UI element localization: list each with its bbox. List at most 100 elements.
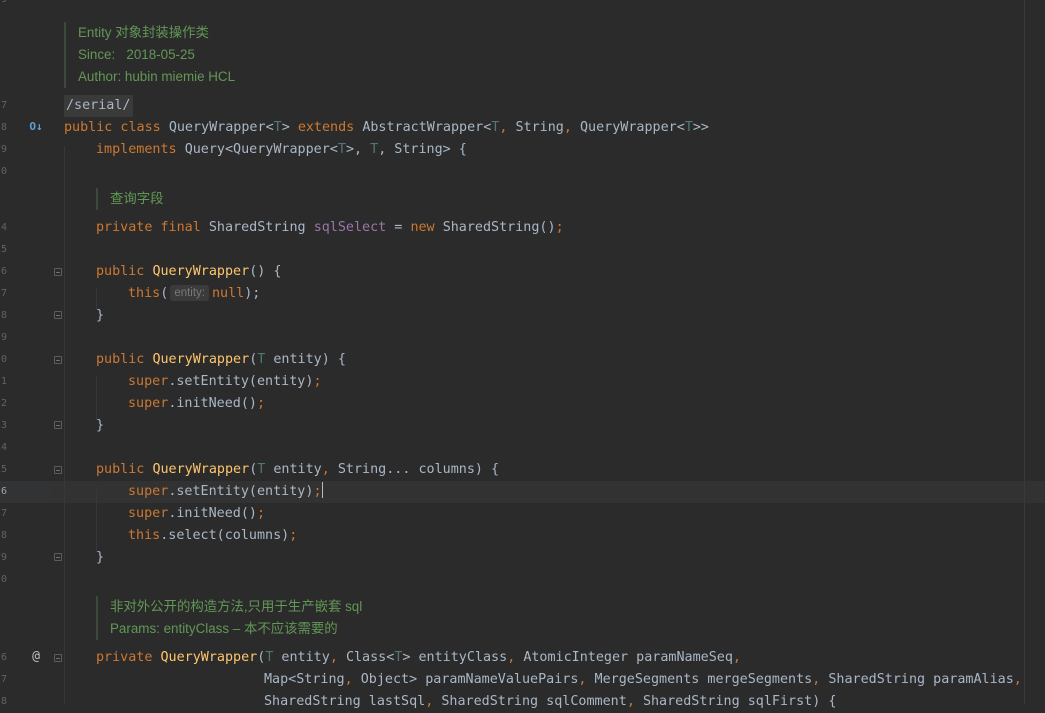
code-line[interactable]: SharedString lastSql, SharedString sqlCo… xyxy=(264,691,836,713)
token: SharedString lastSql xyxy=(264,694,426,709)
editor-gutter: 9 7 8 9 0 4 5 6 7 8 9 0 1 2 3 4 5 6 7 8 … xyxy=(0,0,50,707)
keyword: private xyxy=(96,650,161,665)
keyword: implements xyxy=(96,142,185,157)
code-line[interactable]: public QueryWrapper(T entity, String... … xyxy=(96,459,499,481)
brace: } xyxy=(96,308,105,323)
keyword: null xyxy=(212,286,245,301)
line-number: 6 xyxy=(0,652,7,663)
semicolon: ; xyxy=(555,220,564,235)
code-line[interactable]: public QueryWrapper() { xyxy=(96,261,281,283)
line-number: 6 xyxy=(0,266,7,277)
indent-guide xyxy=(96,486,97,552)
implements-marker-icon[interactable]: O↓ xyxy=(28,120,44,133)
line-number: 8 xyxy=(0,310,7,321)
code-line[interactable]: super.setEntity(entity); xyxy=(128,371,322,393)
token: .setEntity(entity) xyxy=(168,484,314,499)
doc-line: 非对外公开的构造方法,只用于生产嵌套 sql xyxy=(110,599,363,614)
token: , String> { xyxy=(378,142,467,157)
keyword: public xyxy=(96,462,153,477)
comma: , xyxy=(425,694,442,709)
code-line[interactable]: public class QueryWrapper<T> extends Abs… xyxy=(64,117,709,139)
token: .initNeed() xyxy=(168,396,257,411)
token: QueryWrapper< xyxy=(580,120,685,135)
token: >, xyxy=(345,142,371,157)
line-number: 8 xyxy=(0,122,7,133)
code-line[interactable]: super.initNeed(); xyxy=(128,393,265,415)
token: .setEntity(entity) xyxy=(168,374,314,389)
code-line[interactable]: } xyxy=(96,547,104,569)
line-number: 1 xyxy=(0,376,7,387)
line-number: 7 xyxy=(0,508,7,519)
fold-toggle-icon[interactable] xyxy=(54,421,62,429)
code-line[interactable]: } xyxy=(96,305,104,327)
text-caret xyxy=(321,482,323,498)
keyword: super xyxy=(128,506,169,521)
line-number: 2 xyxy=(0,398,7,409)
line-number: 7 xyxy=(0,100,7,111)
annotation-marker-icon[interactable]: @ xyxy=(28,649,44,664)
fold-toggle-icon[interactable] xyxy=(54,466,62,474)
type-param: T xyxy=(337,142,346,157)
semicolon: ; xyxy=(289,528,298,543)
comma: , xyxy=(344,672,361,687)
method-name: QueryWrapper xyxy=(152,462,250,477)
keyword: this xyxy=(128,528,161,543)
line-number: 3 xyxy=(0,420,7,431)
line-number: 5 xyxy=(0,464,7,475)
serial-annotation: /serial/ xyxy=(64,95,133,117)
keyword: super xyxy=(128,374,169,389)
field-name: sqlSelect xyxy=(313,220,387,235)
code-line[interactable]: implements Query<QueryWrapper<T>, T, Str… xyxy=(96,139,467,161)
indent-guide xyxy=(64,146,65,704)
code-line[interactable]: this(entity: null); xyxy=(128,283,260,305)
doc-line: Author: hubin miemie HCL xyxy=(78,69,236,84)
code-line[interactable]: super.initNeed(); xyxy=(128,503,265,525)
line-number: 9 xyxy=(0,0,7,5)
comma: , xyxy=(507,650,524,665)
comma: , xyxy=(732,650,741,665)
line-number: 9 xyxy=(0,144,7,155)
current-line-gutter-highlight xyxy=(0,481,50,503)
doc-line: 查询字段 xyxy=(110,191,164,206)
brace: } xyxy=(96,418,105,433)
type-param: T xyxy=(273,120,282,135)
comma: , xyxy=(563,120,580,135)
code-line[interactable]: Map<String, Object> paramNameValuePairs,… xyxy=(264,669,1022,691)
token: .initNeed() xyxy=(168,506,257,521)
fold-toggle-icon[interactable] xyxy=(54,553,62,561)
token: entity xyxy=(265,462,322,477)
fold-toggle-icon[interactable] xyxy=(54,356,62,364)
token: Object> paramNameValuePairs xyxy=(360,672,579,687)
code-line-current[interactable]: super.setEntity(entity); xyxy=(128,481,323,503)
token: MergeSegments mergeSegments xyxy=(594,672,813,687)
code-line[interactable]: } xyxy=(96,415,104,437)
code-line[interactable]: /serial/ xyxy=(64,95,133,117)
code-line[interactable]: private QueryWrapper(T entity, Class<T> … xyxy=(96,647,741,669)
token: SharedString sqlComment xyxy=(441,694,627,709)
keyword: super xyxy=(128,484,169,499)
token: > entityClass xyxy=(402,650,508,665)
token: Map<String xyxy=(264,672,345,687)
fold-toggle-icon[interactable] xyxy=(54,654,62,662)
fold-toggle-icon[interactable] xyxy=(54,311,62,319)
line-number: 0 xyxy=(0,574,7,585)
keyword: super xyxy=(128,396,169,411)
comma: , xyxy=(626,694,643,709)
semicolon: ; xyxy=(257,506,266,521)
token: SharedString xyxy=(208,220,314,235)
class-doc-comment: Entity 对象封装操作类 Since: 2018-05-25 Author:… xyxy=(64,22,235,88)
token: < xyxy=(265,120,274,135)
parameter-hint: entity: xyxy=(170,285,209,301)
method-name: QueryWrapper xyxy=(160,650,258,665)
code-line[interactable]: public QueryWrapper(T entity) { xyxy=(96,349,346,371)
line-number: 8 xyxy=(0,696,7,707)
indent-guide xyxy=(96,376,97,420)
fold-toggle-icon[interactable] xyxy=(54,268,62,276)
token: SharedString sqlFirst) { xyxy=(642,694,837,709)
token: ( xyxy=(160,286,169,301)
code-line[interactable]: private final SharedString sqlSelect = n… xyxy=(96,217,564,239)
code-line[interactable]: this.select(columns); xyxy=(128,525,297,547)
line-number: 9 xyxy=(0,552,7,563)
token: entity) { xyxy=(265,352,346,367)
comma: , xyxy=(812,672,829,687)
